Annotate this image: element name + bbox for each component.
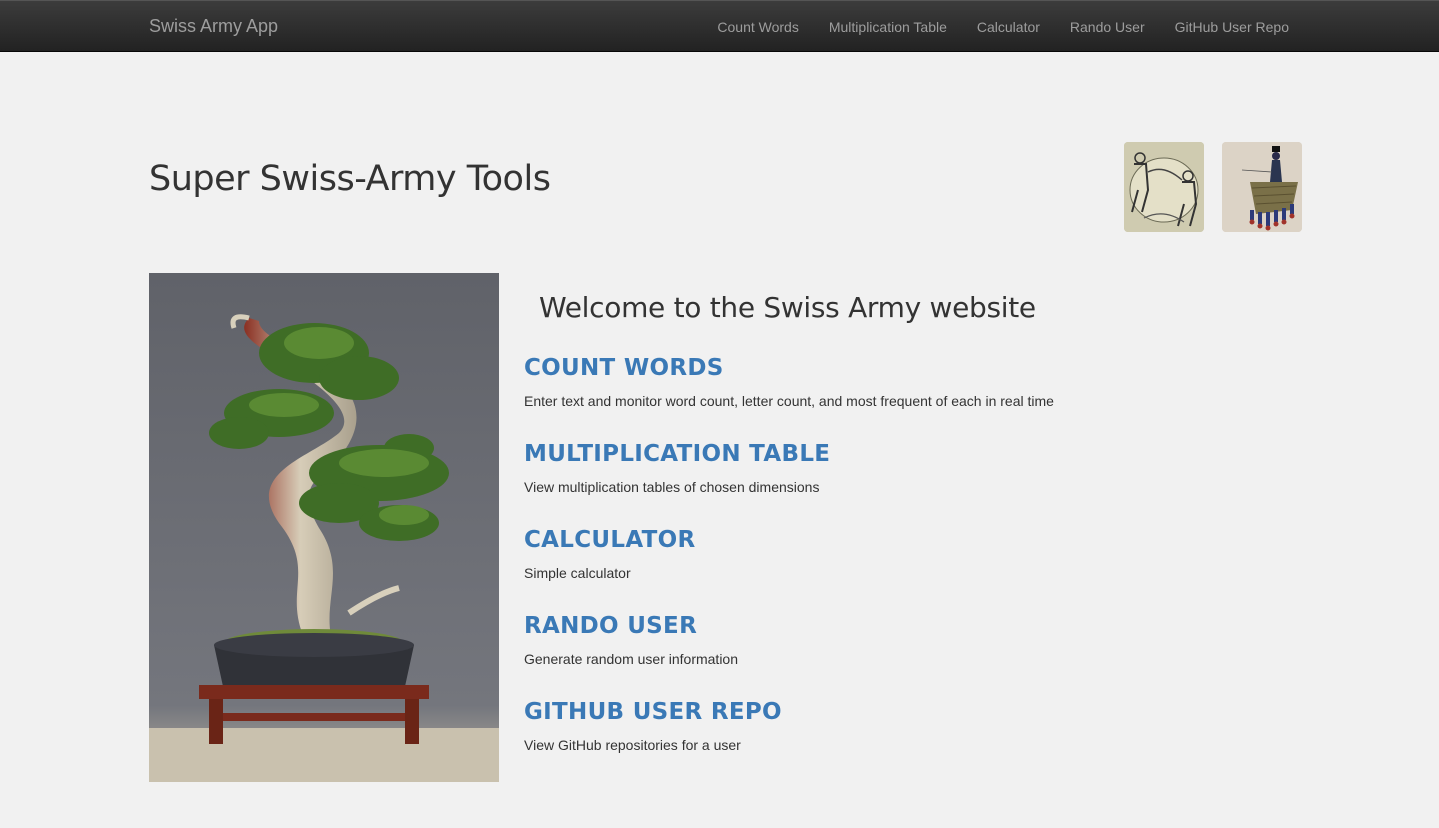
sketch-illustration [1124, 142, 1204, 232]
tool-count-words: Count Words Enter text and monitor word … [524, 355, 1054, 409]
thumbnail-figure-image[interactable] [1222, 142, 1302, 232]
tool-description: Simple calculator [524, 565, 631, 581]
welcome-heading: Welcome to the Swiss Army website [539, 291, 1036, 324]
tool-link-rando-user[interactable]: Rando User [524, 613, 738, 639]
tool-description: Enter text and monitor word count, lette… [524, 393, 1054, 409]
nav-link-calculator[interactable]: Calculator [977, 19, 1040, 35]
tool-description: View GitHub repositories for a user [524, 737, 741, 753]
tool-calculator: Calculator Simple calculator [524, 527, 696, 581]
nav-link-github-user-repo[interactable]: GitHub User Repo [1175, 19, 1289, 35]
page-title: Super Swiss-Army Tools [149, 159, 551, 199]
tool-link-count-words[interactable]: Count Words [524, 355, 1054, 381]
nav-link-count-words[interactable]: Count Words [717, 19, 798, 35]
brand-link[interactable]: Swiss Army App [149, 16, 278, 37]
navbar: Swiss Army App Count Words Multiplicatio… [0, 0, 1439, 52]
tool-link-github-user-repo[interactable]: GitHub User Repo [524, 699, 782, 725]
tool-link-calculator[interactable]: Calculator [524, 527, 696, 553]
tool-multiplication-table: Multiplication Table View multiplication… [524, 441, 830, 495]
bonsai-illustration [149, 273, 499, 782]
thumbnail-sketch-image[interactable] [1124, 142, 1204, 232]
tool-description: Generate random user information [524, 651, 738, 667]
figure-illustration [1222, 142, 1302, 232]
bonsai-hero-image [149, 273, 499, 782]
tool-github-user-repo: GitHub User Repo View GitHub repositorie… [524, 699, 782, 753]
nav-link-rando-user[interactable]: Rando User [1070, 19, 1145, 35]
nav-links: Count Words Multiplication Table Calcula… [687, 19, 1289, 35]
nav-link-multiplication-table[interactable]: Multiplication Table [829, 19, 947, 35]
tool-description: View multiplication tables of chosen dim… [524, 479, 820, 495]
tool-link-multiplication-table[interactable]: Multiplication Table [524, 441, 830, 467]
tool-rando-user: Rando User Generate random user informat… [524, 613, 738, 667]
